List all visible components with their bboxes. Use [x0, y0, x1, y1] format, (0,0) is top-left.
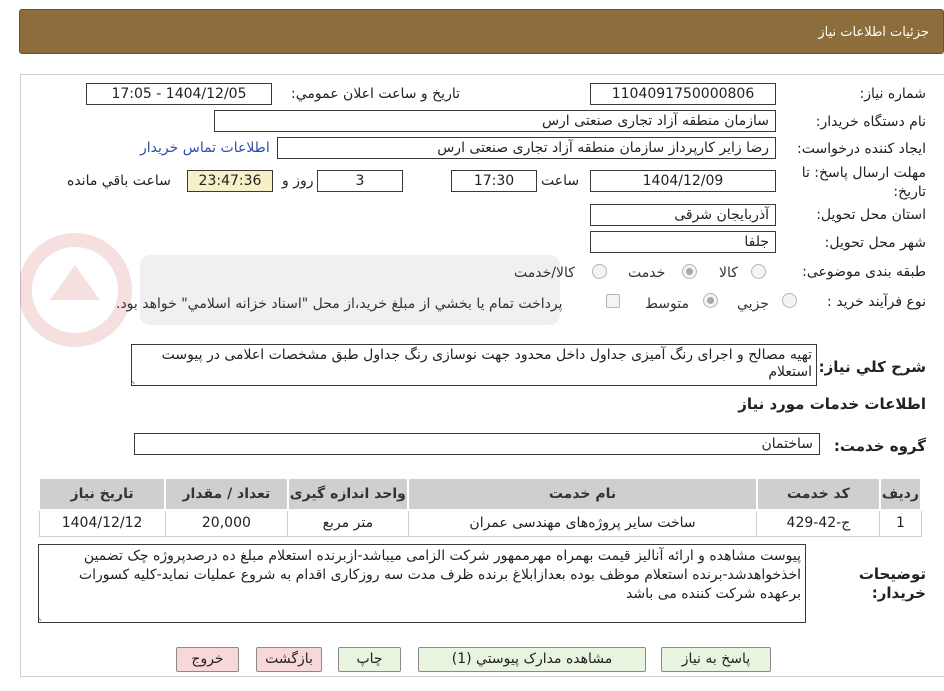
- services-title: اطلاعات خدمات مورد نياز: [738, 395, 926, 413]
- description-text: تهیه مصالح و اجرای رنگ آمیزی جداول داخل …: [161, 347, 812, 380]
- buyer-notes-textarea: پیوست مشاهده و ارائه آنالیز قیمت بهمراه …: [38, 544, 806, 623]
- reply-button[interactable]: پاسخ به نياز: [661, 647, 771, 672]
- print-button[interactable]: چاپ: [338, 647, 401, 672]
- process-label: نوع فرآيند خريد :: [827, 294, 926, 310]
- table-header-row: رديف کد خدمت نام خدمت واحد اندازه گيری ت…: [37, 477, 923, 511]
- description-label: شرح کلي نياز:: [818, 358, 926, 376]
- treasury-checkbox[interactable]: [606, 294, 620, 308]
- city-label: شهر محل تحويل:: [824, 235, 926, 251]
- deadline-label: مهلت ارسال پاسخ: تا تاريخ:: [801, 165, 926, 200]
- cell-unit: متر مربع: [287, 509, 409, 537]
- cell-service-code: ج-42-429: [756, 509, 881, 537]
- col-header-quantity: تعداد / مقدار: [164, 477, 289, 511]
- buyer-contact-link[interactable]: اطلاعات تماس خريدار: [140, 140, 270, 156]
- back-button[interactable]: بازگشت: [256, 647, 322, 672]
- cell-need-date: 1404/12/12: [38, 509, 166, 537]
- need-number-field: 1104091750000806: [590, 83, 776, 105]
- resize-grip-icon[interactable]: [132, 372, 140, 384]
- service-group-field: ساختمان: [134, 433, 820, 455]
- description-textarea: تهیه مصالح و اجرای رنگ آمیزی جداول داخل …: [131, 344, 817, 386]
- resize-grip-icon[interactable]: [39, 609, 47, 621]
- payment-note: پرداخت تمام يا بخشي از مبلغ خريد،از محل …: [116, 296, 563, 312]
- deadline-time-field: 17:30: [451, 170, 537, 192]
- exit-button[interactable]: خروج: [176, 647, 239, 672]
- page-header: جزئيات اطلاعات نياز: [19, 9, 944, 54]
- process-option-minor: جزيي: [737, 296, 769, 312]
- process-radio-minor[interactable]: [782, 293, 797, 308]
- cell-quantity: 20,000: [164, 509, 289, 537]
- view-attachments-button[interactable]: مشاهده مدارک پيوستي (1): [418, 647, 646, 672]
- buyer-org-label: نام دستگاه خريدار:: [815, 114, 926, 130]
- col-header-unit: واحد اندازه گيری: [286, 477, 410, 511]
- requester-label: ايجاد کننده درخواست:: [797, 141, 926, 157]
- category-radio-goods-service[interactable]: [592, 264, 607, 279]
- category-radio-service[interactable]: [682, 264, 697, 279]
- col-header-service-name: نام خدمت: [407, 477, 758, 511]
- days-field: 3: [317, 170, 403, 192]
- services-table: رديف کد خدمت نام خدمت واحد اندازه گيری ت…: [37, 477, 923, 537]
- page-title: جزئيات اطلاعات نياز: [818, 25, 929, 40]
- category-option-goods: کالا: [719, 265, 738, 281]
- days-label: روز و: [282, 173, 314, 189]
- city-field: جلفا: [590, 231, 776, 253]
- buyer-notes-text: پیوست مشاهده و ارائه آنالیز قیمت بهمراه …: [78, 548, 801, 602]
- cell-row-number: 1: [879, 509, 922, 537]
- service-group-label: گروه خدمت:: [833, 437, 926, 455]
- category-option-service: خدمت: [628, 265, 666, 281]
- category-option-goods-service: کالا/خدمت: [514, 265, 575, 281]
- process-radio-medium[interactable]: [703, 293, 718, 308]
- col-header-need-date: تاريخ نياز: [37, 477, 167, 511]
- buyer-org-field: سازمان منطقه آزاد تجاری صنعتی ارس: [214, 110, 776, 132]
- watermark-logo-icon: [20, 233, 560, 347]
- remaining-time-field: 23:47:36: [187, 170, 273, 192]
- remaining-label: ساعت باقي مانده: [67, 173, 171, 189]
- deadline-time-label: ساعت: [541, 173, 580, 189]
- category-label: طبقه بندی موضوعی:: [802, 264, 926, 280]
- cell-service-name: ساخت سایر پروژه‌های مهندسی عمران: [407, 509, 758, 537]
- table-row: 1 ج-42-429 ساخت سایر پروژه‌های مهندسی عم…: [38, 509, 922, 537]
- category-radio-goods[interactable]: [751, 264, 766, 279]
- deadline-date-field: 1404/12/09: [590, 170, 776, 192]
- process-option-medium: متوسط: [645, 296, 689, 312]
- requester-field: رضا زایر کارپرداز سازمان منطقه آزاد تجار…: [277, 137, 776, 159]
- buyer-notes-label: توضيحات خريدار:: [858, 565, 926, 602]
- province-label: استان محل تحويل:: [816, 207, 926, 223]
- need-number-label: شماره نياز:: [859, 86, 927, 102]
- announce-date-label: تاريخ و ساعت اعلان عمومي:: [291, 86, 460, 102]
- col-header-service-code: کد خدمت: [755, 477, 881, 511]
- announce-date-field: 1404/12/05 - 17:05: [86, 83, 272, 105]
- province-field: آذربايجان شرقی: [590, 204, 776, 226]
- col-header-row-number: رديف: [878, 477, 923, 511]
